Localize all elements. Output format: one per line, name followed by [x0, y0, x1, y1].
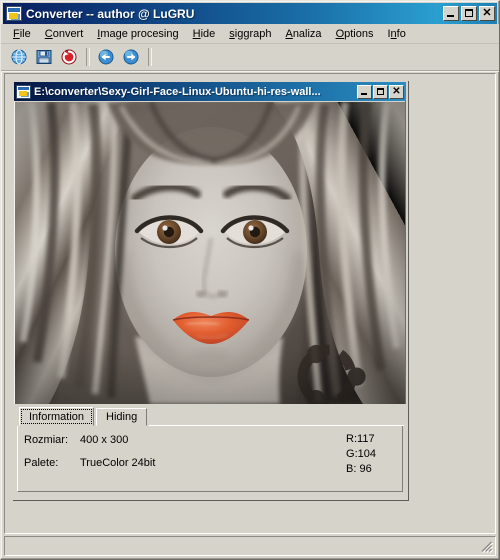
menu-item-options[interactable]: Options [329, 26, 381, 42]
page-title: Converter -- author @ LuGRU [26, 6, 195, 21]
converter-app-icon [6, 6, 22, 21]
close-icon: ✕ [482, 7, 492, 19]
toolbar-separator-end [148, 48, 152, 66]
document-window-controls: ✕ [357, 84, 404, 99]
menu-item-hide[interactable]: Hide [186, 26, 223, 42]
document-maximize-button[interactable] [373, 84, 388, 99]
info-label-palete: Palete: [24, 457, 59, 469]
menu-item-analiza[interactable]: Analiza [278, 26, 328, 42]
toolbar-separator [86, 48, 90, 66]
resize-grip-icon [481, 541, 493, 553]
rgb-red: R:117 [346, 433, 375, 445]
minimize-button[interactable] [443, 6, 459, 21]
info-row-rozmiar: Rozmiar: 400 x 300 [24, 434, 396, 446]
navigate-back-button[interactable] [94, 46, 117, 68]
document-window: E:\converter\Sexy-Girl-Face-Linux-Ubuntu… [12, 80, 408, 500]
statusbar [4, 536, 496, 556]
tab-panel-information: Rozmiar: 400 x 300 Palete: TrueColor 24b… [17, 426, 403, 492]
menu-item-file[interactable]: File [6, 26, 38, 42]
document-close-icon: ✕ [392, 85, 401, 97]
menubar: File Convert Image procesing Hide siggra… [1, 24, 499, 44]
navigate-forward-button[interactable] [119, 46, 142, 68]
rgb-readout: R:117 G:104 B: 96 [346, 432, 376, 477]
menu-item-convert[interactable]: Convert [38, 26, 91, 42]
tab-hiding[interactable]: Hiding [96, 408, 148, 426]
titlebar[interactable]: Converter -- author @ LuGRU ✕ [3, 3, 497, 24]
refresh-stop-icon [61, 49, 76, 65]
document-minimize-button[interactable] [357, 84, 372, 99]
document-title: E:\converter\Sexy-Girl-Face-Linux-Ubuntu… [34, 85, 321, 98]
menu-item-info[interactable]: Info [380, 26, 412, 42]
menu-item-image-procesing[interactable]: Image procesing [90, 26, 185, 42]
document-image-icon [16, 84, 31, 99]
info-panel: Information Hiding Rozmiar: 400 x 300 Pa… [14, 404, 406, 498]
mdi-client-area: E:\converter\Sexy-Girl-Face-Linux-Ubuntu… [4, 73, 496, 534]
portrait-photo[interactable] [15, 102, 405, 404]
save-floppy-icon [36, 50, 51, 64]
refresh-stop-button[interactable] [57, 46, 80, 68]
close-button[interactable]: ✕ [479, 6, 495, 21]
open-globe-icon [11, 49, 26, 65]
maximize-button[interactable] [461, 6, 477, 21]
document-close-button[interactable]: ✕ [389, 84, 404, 99]
document-titlebar[interactable]: E:\converter\Sexy-Girl-Face-Linux-Ubuntu… [14, 82, 406, 101]
tab-strip-filler [149, 407, 404, 426]
save-button[interactable] [32, 46, 55, 68]
application-window: Converter -- author @ LuGRU ✕ File Conve… [0, 0, 500, 560]
menu-item-siggraph[interactable]: siggraph [222, 26, 278, 42]
navigate-forward-icon [123, 49, 138, 65]
tab-information-label: Information [29, 410, 85, 423]
rgb-green: G:104 [346, 448, 376, 460]
window-controls: ✕ [443, 6, 495, 21]
tab-hiding-label: Hiding [106, 411, 138, 423]
resize-grip[interactable] [480, 540, 494, 554]
image-viewport[interactable] [15, 102, 405, 404]
toolbar [1, 44, 499, 71]
info-label-rozmiar: Rozmiar: [24, 434, 69, 446]
tab-strip: Information Hiding [19, 407, 404, 426]
navigate-back-icon [98, 49, 113, 65]
info-row-palete: Palete: TrueColor 24bit [24, 457, 396, 469]
tab-information[interactable]: Information [19, 407, 95, 426]
rgb-blue: B: 96 [346, 463, 372, 475]
open-globe-button[interactable] [7, 46, 30, 68]
